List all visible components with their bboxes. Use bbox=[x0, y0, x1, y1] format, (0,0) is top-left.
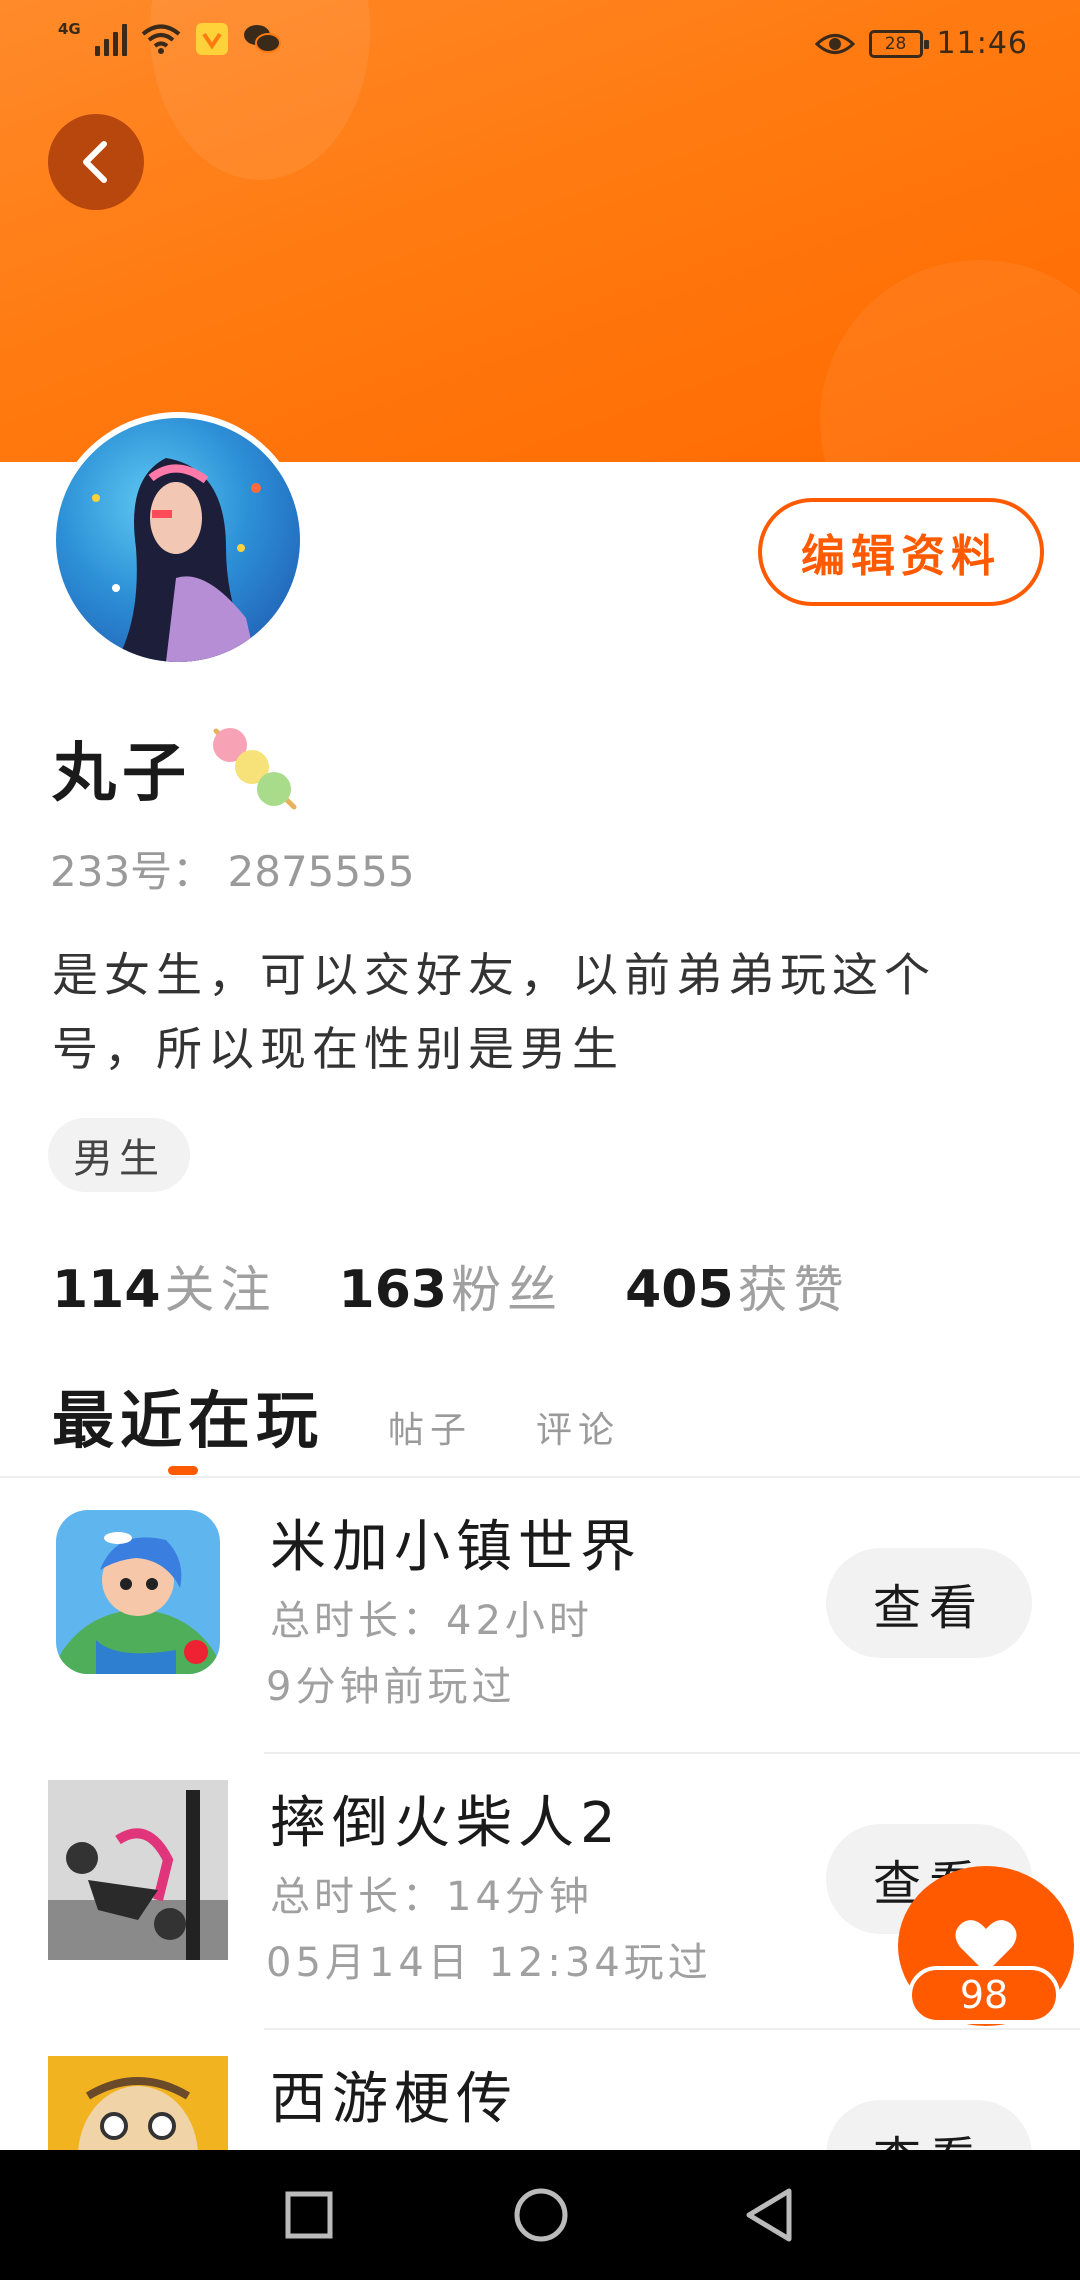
view-button[interactable]: 查看 bbox=[826, 1548, 1032, 1658]
stat-followers[interactable]: 163粉丝 bbox=[339, 1250, 564, 1322]
chevron-left-icon bbox=[83, 141, 107, 183]
avatar-image bbox=[56, 418, 300, 662]
game-icon bbox=[56, 1510, 220, 1674]
battery-icon: 28 bbox=[868, 29, 929, 58]
game-duration: 总时长：42小时 bbox=[270, 1598, 593, 1644]
vpn-shield-icon bbox=[195, 23, 228, 55]
game-last-played: 05月14日 12:34玩过 bbox=[266, 1940, 712, 1986]
game-icon bbox=[48, 1780, 228, 1960]
triangle-back-icon bbox=[746, 2188, 792, 2242]
stat-label: 获赞 bbox=[737, 1261, 850, 1319]
stat-likes[interactable]: 405获赞 bbox=[625, 1250, 850, 1322]
nickname-row: 丸子 bbox=[52, 722, 302, 814]
network-type: 4G bbox=[58, 20, 81, 38]
stat-number: 163 bbox=[338, 1260, 448, 1320]
stat-label: 关注 bbox=[164, 1261, 277, 1319]
edit-profile-button[interactable]: 编辑资料 bbox=[758, 498, 1044, 606]
game-title: 西游梗传 bbox=[270, 2067, 518, 2132]
wifi-icon bbox=[141, 24, 181, 54]
game-title: 摔倒火柴人2 bbox=[270, 1791, 622, 1856]
user-id: 233号： 2875555 bbox=[50, 847, 415, 896]
gender-tag: 男生 bbox=[48, 1118, 190, 1192]
system-nav-bar bbox=[0, 2150, 1080, 2280]
game-title: 米加小镇世界 bbox=[270, 1515, 642, 1580]
stat-following[interactable]: 114关注 bbox=[52, 1250, 277, 1322]
wechat-icon bbox=[243, 25, 281, 53]
square-icon bbox=[285, 2191, 333, 2239]
stat-number: 405 bbox=[625, 1260, 734, 1320]
stat-number: 114 bbox=[52, 1260, 161, 1320]
game-list-item[interactable]: 米加小镇世界 总时长：42小时 9分钟前玩过 查看 bbox=[0, 1478, 1080, 1754]
recents-button[interactable] bbox=[274, 2180, 344, 2250]
back-button[interactable] bbox=[48, 114, 144, 210]
eye-comfort-icon bbox=[814, 33, 855, 54]
dango-icon bbox=[213, 728, 297, 810]
avatar[interactable] bbox=[50, 412, 306, 668]
stat-label: 粉丝 bbox=[451, 1261, 564, 1319]
tab-indicator bbox=[168, 1466, 198, 1475]
stats-row: 114关注 163粉丝 405获赞 bbox=[52, 1250, 850, 1322]
game-last-played: 9分钟前玩过 bbox=[266, 1664, 516, 1710]
tab-recently-played[interactable]: 最近在玩 bbox=[52, 1370, 324, 1460]
bio: 是女生，可以交好友，以前弟弟玩这个号，所以现在性别是男生 bbox=[52, 948, 936, 1076]
back-nav-button[interactable] bbox=[734, 2180, 804, 2250]
profile-tabs: 最近在玩 帖子 评论 bbox=[52, 1370, 620, 1460]
nickname: 丸子 bbox=[52, 737, 192, 811]
status-bar: 4G 28 11:46 bbox=[0, 0, 1080, 92]
circle-icon bbox=[514, 2188, 568, 2242]
home-button[interactable] bbox=[506, 2180, 576, 2250]
game-duration: 总时长：14分钟 bbox=[270, 1874, 593, 1920]
tab-posts[interactable]: 帖子 bbox=[388, 1401, 472, 1453]
signal-icon bbox=[94, 22, 127, 56]
like-count: 98 bbox=[908, 1966, 1060, 2024]
status-time: 11:46 bbox=[936, 26, 1028, 61]
banner-decoration bbox=[820, 260, 1080, 462]
tab-comments[interactable]: 评论 bbox=[536, 1401, 620, 1453]
